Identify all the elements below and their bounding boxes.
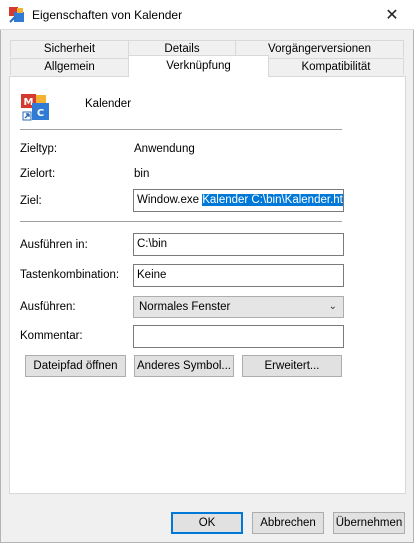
hotkey-input[interactable]: Keine [133,264,344,287]
chevron-down-icon: ⌄ [328,301,337,312]
target-location-value: bin [134,168,150,180]
target-type-value: Anwendung [134,143,195,155]
svg-text:C: C [37,108,44,119]
window-title: Eigenschaften von Kalender [32,8,183,22]
close-icon: ✕ [385,6,399,24]
run-select[interactable]: Normales Fenster ⌄ [133,296,344,318]
divider [20,129,342,130]
change-icon-button[interactable]: Anderes Symbol... [134,355,234,377]
cancel-button[interactable]: Abbrechen [252,512,324,534]
shortcut-app-icon: M C [21,94,49,121]
target-input[interactable]: Window.exe Kalender C:\bin\Kalender.html [133,189,344,212]
target-text: Window.exe [137,194,203,206]
run-selected-value: Normales Fenster [139,301,231,313]
shortcut-name: Kalender [85,98,132,110]
comment-label: Kommentar: [20,330,83,342]
app-icon [9,7,24,23]
comment-input[interactable] [133,325,344,348]
close-button[interactable]: ✕ [370,0,414,29]
tab-verknuepfung[interactable]: Verknüpfung [128,55,269,77]
advanced-button[interactable]: Erweitert... [242,355,342,377]
apply-button[interactable]: Übernehmen [333,512,405,534]
target-location-label: Zielort: [20,168,56,180]
target-type-label: Zieltyp: [20,143,58,155]
start-in-input[interactable]: C:\bin [133,233,344,256]
hotkey-label: Tastenkombination: [20,269,120,281]
ok-button[interactable]: OK [171,512,243,534]
start-in-label: Ausführen in: [20,239,88,251]
target-selected-text: Kalender C:\bin\Kalender.html [202,194,343,206]
tab-allgemein[interactable]: Allgemein [10,58,129,75]
target-label: Ziel: [20,195,42,207]
tab-kompatibilitaet[interactable]: Kompatibilität [268,58,404,75]
title-bar: Eigenschaften von Kalender ✕ [0,0,414,30]
run-label: Ausführen: [20,301,76,313]
open-file-location-button[interactable]: Dateipfad öffnen [25,355,126,377]
divider [20,221,342,222]
tab-sicherheit[interactable]: Sicherheit [10,40,129,57]
